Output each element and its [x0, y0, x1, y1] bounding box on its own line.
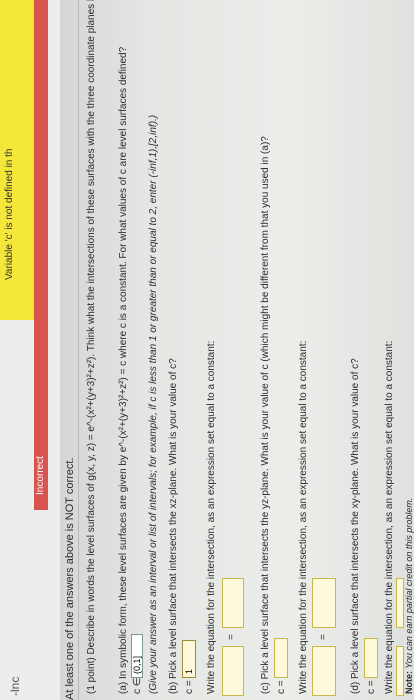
part-d-equation-prompt: Write the equation for the intersection,…: [384, 340, 395, 694]
part-b-rhs-input[interactable]: [222, 578, 244, 628]
part-b-c-input[interactable]: 1: [182, 640, 196, 678]
part-c-equation-prompt: Write the equation for the intersection,…: [298, 340, 309, 694]
incorrect-label: Incorrect: [35, 456, 46, 495]
part-c-lhs-input[interactable]: [312, 646, 336, 696]
variable-warning-message: Variable 'c' is not defined in th: [4, 148, 15, 281]
part-d-prefix: c =: [366, 680, 377, 694]
part-a-answer-input[interactable]: (0,1]: [131, 634, 143, 678]
part-b-lhs-input[interactable]: [222, 646, 244, 696]
problem-page: -lnc Incorrect Variable 'c' is not defin…: [0, 0, 414, 700]
note-text: You can earn partial credit on this prob…: [404, 497, 414, 671]
part-a-prefix: c ∈: [132, 677, 143, 695]
problem-intro: (1 point) Describe in words the level su…: [86, 0, 97, 694]
part-d-rhs-input[interactable]: [396, 578, 404, 628]
equals-sign: =: [318, 634, 329, 640]
part-b-prefix: c =: [184, 680, 195, 694]
part-d-c-input[interactable]: [364, 638, 378, 678]
part-c-prefix: c =: [276, 680, 287, 694]
divider: [78, 0, 79, 700]
part-b-equation-prompt: Write the equation for the intersection,…: [206, 340, 217, 694]
part-d-prompt: (d) Pick a level surface that intersects…: [350, 358, 361, 694]
results-summary: At least one of the answers above is NOT…: [64, 457, 76, 700]
incorrect-band: [34, 0, 48, 510]
part-b-prompt: (b) Pick a level surface that intersects…: [168, 358, 179, 694]
part-a-prompt: (a) In symbolic form, these level surfac…: [118, 46, 129, 694]
note-label: Note:: [404, 671, 414, 694]
part-c-rhs-input[interactable]: [312, 578, 336, 628]
part-d-lhs-input[interactable]: [396, 646, 404, 696]
part-c-c-input[interactable]: [274, 638, 288, 678]
part-c-prompt: (c) Pick a level surface that intersects…: [260, 136, 271, 694]
column-header-text: -lnc: [8, 676, 22, 696]
equals-sign: =: [226, 634, 237, 640]
partial-credit-note: Note: You can earn partial credit on thi…: [404, 498, 414, 694]
part-a-hint: (Give your answer as an interval or list…: [148, 114, 159, 694]
